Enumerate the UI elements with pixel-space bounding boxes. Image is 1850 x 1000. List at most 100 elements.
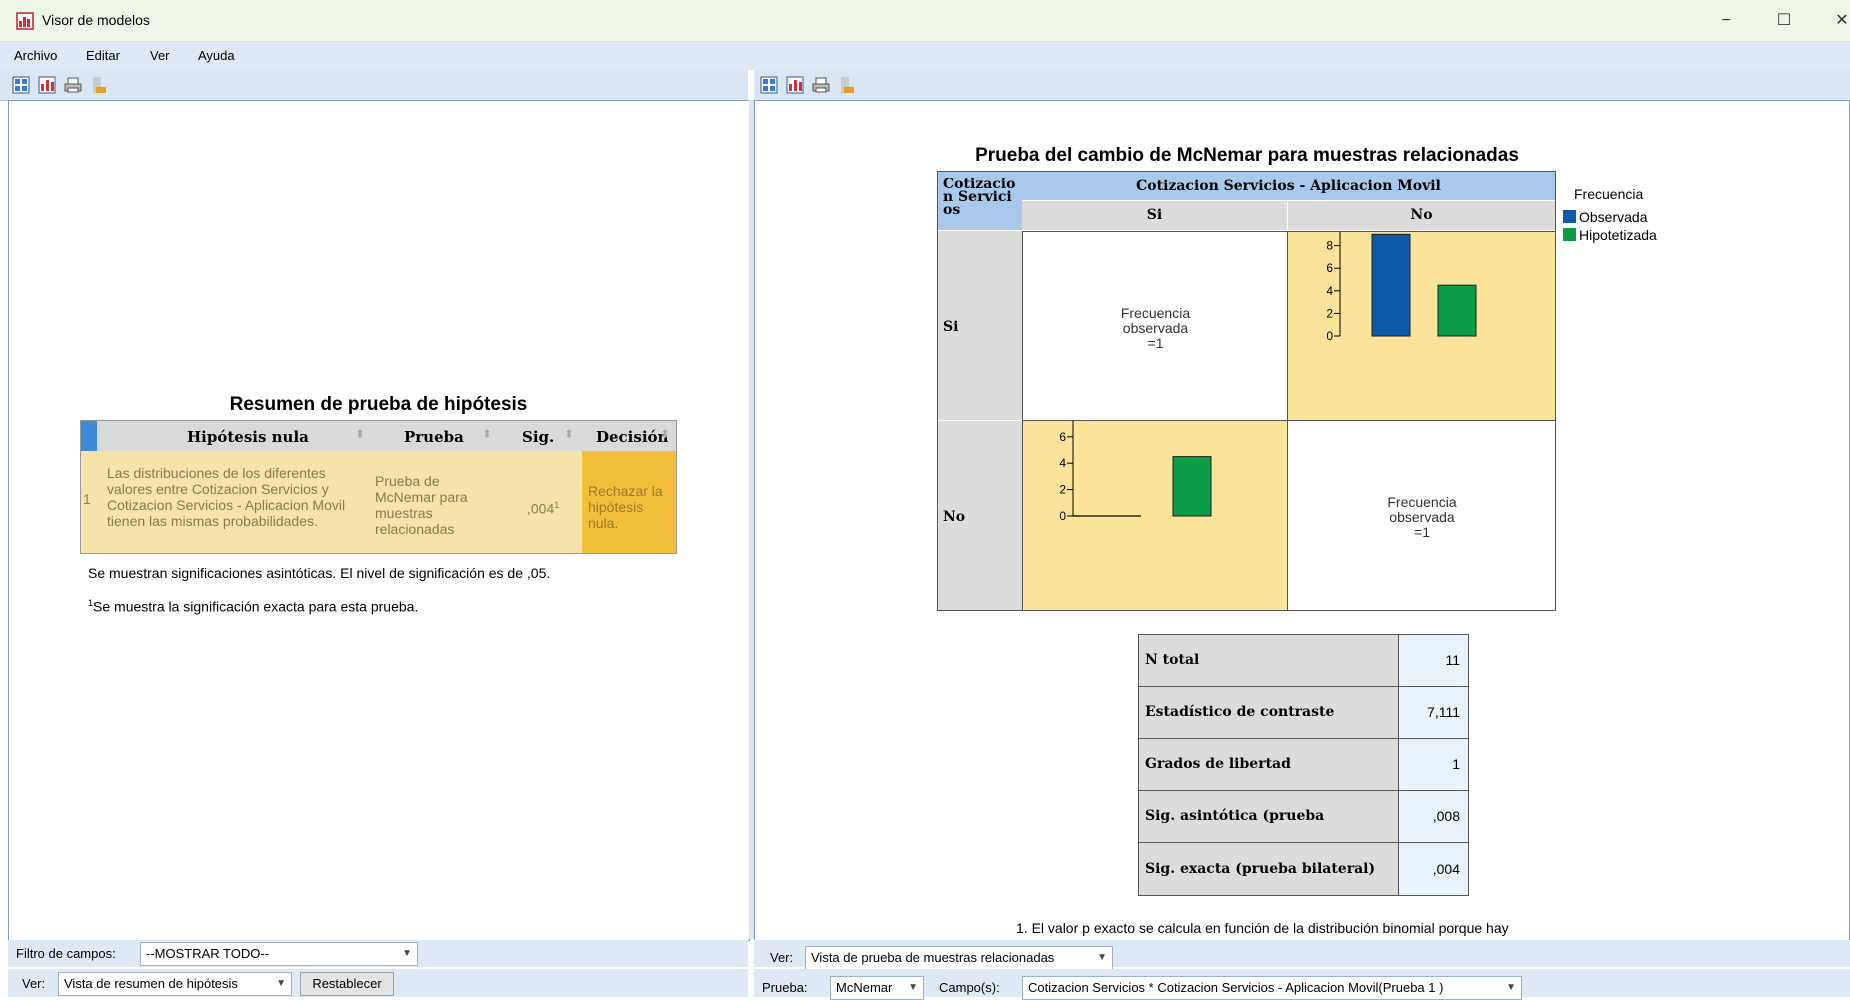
observed-line: observada <box>1122 320 1189 336</box>
view-select[interactable]: Vista de resumen de hipótesis ▼ <box>58 972 292 996</box>
header-label: Decisión <box>596 428 669 446</box>
close-button[interactable]: ✕ <box>1822 8 1850 34</box>
legend-swatch-observada <box>1563 210 1576 223</box>
export-icon[interactable] <box>90 76 108 94</box>
field-select[interactable]: Cotizacion Servicios * Cotizacion Servic… <box>1022 976 1522 1000</box>
maximize-button[interactable]: ☐ <box>1764 8 1804 34</box>
sort-icon[interactable]: ⬍ <box>564 427 574 441</box>
right-view-value: Vista de prueba de muestras relacionadas <box>811 950 1055 965</box>
sig-footnote-marker: 1 <box>554 500 560 510</box>
field-filter-select[interactable]: --MOSTRAR TODO-- ▼ <box>140 942 418 966</box>
row-sig: ,0041 <box>527 497 559 517</box>
row-number: 1 <box>83 491 91 507</box>
stat-value: 11 <box>1399 635 1468 686</box>
export-icon[interactable] <box>838 76 856 94</box>
menu-archivo[interactable]: Archivo <box>14 48 57 63</box>
stat-value: 1 <box>1399 739 1468 790</box>
cell-si-si[interactable]: Frecuencia observada =1 <box>1022 231 1287 420</box>
menu-bar <box>0 42 1850 70</box>
cell-no-no[interactable]: Frecuencia observada =1 <box>1287 420 1555 610</box>
stat-value: 7,111 <box>1399 687 1468 738</box>
bar-hipotetizada <box>1172 456 1212 517</box>
header-decision[interactable]: Decisión ⬍ <box>582 421 676 451</box>
menu-ayuda[interactable]: Ayuda <box>198 48 235 63</box>
copy-icon[interactable] <box>12 76 30 94</box>
mcnemar-title: Prueba del cambio de McNemar para muestr… <box>975 145 1519 166</box>
legend-label-observada: Observada <box>1579 209 1648 225</box>
row-decision: Rechazar la hipótesis nula. <box>588 483 663 531</box>
y-tick-label: 2 <box>1059 483 1066 497</box>
observed-line: Frecuencia <box>1387 494 1457 510</box>
window-title: Visor de modelos <box>42 12 150 28</box>
row-header-label: Cotizacion Servicios <box>943 178 1016 218</box>
stat-value: ,004 <box>1399 843 1468 895</box>
cell-si-no[interactable]: 1086420 <box>1287 231 1555 420</box>
left-toolbar <box>0 70 748 101</box>
row-header-cell: Cotizacion Servicios <box>938 172 1022 230</box>
row-si-header: Si <box>938 231 1022 420</box>
right-toolbar <box>754 70 1850 101</box>
reset-button[interactable]: Restablecer <box>300 972 394 996</box>
bar-chart-no-si: 1086420 <box>1059 421 1212 523</box>
title-bar <box>0 0 1850 42</box>
y-tick-label: 8 <box>1326 239 1333 253</box>
header-prueba[interactable]: Prueba ⬍ <box>372 421 502 451</box>
stat-label: Sig. asintótica (prueba bilateral) <box>1139 791 1398 875</box>
right-view-label: Ver: <box>770 950 794 965</box>
stats-table: N total 11 Estadístico de contraste 7,11… <box>1138 634 1469 896</box>
sort-icon[interactable]: ⬍ <box>660 427 670 441</box>
hypothesis-table: Hipótesis nula ⬍ Prueba ⬍ Sig. ⬍ Decisió… <box>80 420 677 554</box>
column-no-header: No <box>1288 201 1555 230</box>
header-hipotesis[interactable]: Hipótesis nula ⬍ <box>97 421 372 451</box>
significance-note: Se muestran significaciones asintóticas.… <box>88 565 551 581</box>
legend-label-hipotetizada: Hipotetizada <box>1579 227 1657 243</box>
y-tick-label: 4 <box>1059 456 1066 470</box>
header-label: Prueba <box>404 428 464 446</box>
chevron-down-icon: ▼ <box>276 978 286 989</box>
print-icon[interactable] <box>64 76 82 94</box>
view-label: Ver: <box>22 976 46 991</box>
observed-line: =1 <box>1414 524 1430 540</box>
observed-frequency-text: Frecuencia observada =1 <box>1023 306 1288 351</box>
y-tick-label: 0 <box>1326 329 1333 343</box>
sort-icon[interactable]: ⬍ <box>355 427 365 441</box>
app-icon <box>16 12 34 30</box>
chevron-down-icon: ▼ <box>908 982 918 993</box>
header-sig[interactable]: Sig. ⬍ <box>502 421 582 451</box>
test-select[interactable]: McNemar ▼ <box>830 976 924 1000</box>
y-tick-label: 2 <box>1326 306 1333 320</box>
minimize-button[interactable]: − <box>1706 8 1746 34</box>
row-test: Prueba de McNemar para muestras relacion… <box>375 473 468 537</box>
stat-label: Sig. exacta (prueba bilateral) <box>1139 843 1398 895</box>
mcnemar-footnote: 1. El valor p exacto se calcula en funci… <box>1016 920 1509 936</box>
y-tick-label: 6 <box>1326 261 1333 275</box>
header-label: Hipótesis nula <box>187 428 309 446</box>
menu-editar[interactable]: Editar <box>86 48 120 63</box>
copy-visualization-icon[interactable] <box>786 76 804 94</box>
copy-visualization-icon[interactable] <box>38 76 56 94</box>
observed-line: Frecuencia <box>1120 305 1191 321</box>
chevron-down-icon: ▼ <box>402 948 412 959</box>
y-tick-label: 6 <box>1059 430 1066 444</box>
observed-line: observada <box>1389 509 1455 525</box>
column-si-header: Si <box>1022 201 1287 230</box>
copy-icon[interactable] <box>760 76 778 94</box>
bar-chart-si-no: 1086420 <box>1326 232 1477 343</box>
footnote-text: Se muestra la significación exacta para … <box>93 598 419 615</box>
row-no-label: No <box>943 509 966 525</box>
sort-icon[interactable]: ⬍ <box>482 427 492 441</box>
row-si-label: Si <box>943 319 959 335</box>
cell-no-si[interactable]: 1086420 <box>1022 420 1287 610</box>
stat-label: Estadístico de contraste <box>1139 687 1398 738</box>
column-header: Cotizacion Servicios - Aplicacion Movil <box>1022 172 1555 200</box>
header-corner <box>81 421 97 451</box>
bar-hipotetizada <box>1437 284 1477 337</box>
right-view-select[interactable]: Vista de prueba de muestras relacionadas… <box>805 946 1113 970</box>
menu-ver[interactable]: Ver <box>150 48 170 63</box>
stat-label: N total <box>1139 635 1398 686</box>
hypothesis-summary-title: Resumen de prueba de hipótesis <box>229 394 528 415</box>
bar-observada <box>1371 233 1411 337</box>
stat-value: ,008 <box>1399 791 1468 842</box>
print-icon[interactable] <box>812 76 830 94</box>
row-hypothesis: Las distribuciones de los diferentes val… <box>107 465 346 529</box>
